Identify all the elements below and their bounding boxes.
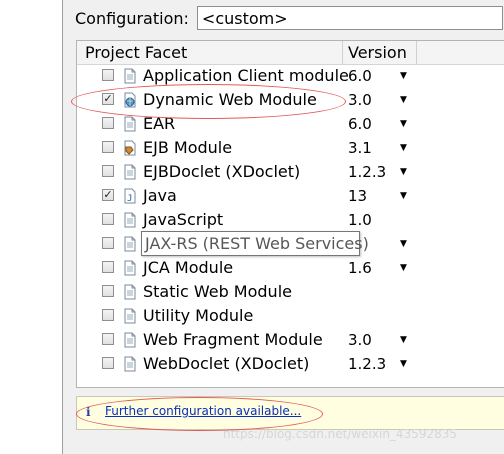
facet-row[interactable]: ✓ J Java 13 ▼ xyxy=(77,184,504,208)
facet-checkbox[interactable] xyxy=(102,213,114,225)
facet-row[interactable]: Static Web Module xyxy=(77,280,504,304)
facet-row[interactable]: WebDoclet (XDoclet) 1.2.3 ▼ xyxy=(77,352,504,376)
chevron-down-icon[interactable]: ▼ xyxy=(400,328,407,352)
left-gutter xyxy=(0,0,62,454)
facet-checkbox[interactable] xyxy=(102,357,114,369)
chevron-down-icon[interactable]: ▼ xyxy=(400,88,407,112)
facet-checkbox[interactable] xyxy=(102,333,114,345)
facet-row[interactable]: JCA Module 1.6 ▼ xyxy=(77,256,504,280)
facet-checkbox[interactable] xyxy=(102,309,114,321)
facet-name: WebDoclet (XDoclet) xyxy=(143,354,310,373)
facet-version[interactable]: 13 xyxy=(348,184,367,208)
ejb-module-icon xyxy=(123,140,137,156)
watermark: https://blog.csdn.net/weixin_43592835 xyxy=(223,427,458,441)
facet-version[interactable]: 3.1 xyxy=(348,136,372,160)
facet-name: EJB Module xyxy=(143,138,233,157)
facet-row[interactable]: Application Client module 6.0 ▼ xyxy=(77,64,504,88)
facet-checkbox[interactable] xyxy=(102,165,114,177)
facet-name: Web Fragment Module xyxy=(143,330,323,349)
svg-text:J: J xyxy=(127,194,132,204)
facet-version[interactable]: 6.0 xyxy=(348,64,372,88)
facet-file-icon xyxy=(123,212,137,228)
facet-file-icon xyxy=(123,164,137,180)
annotation-ellipse-further-config xyxy=(76,397,323,431)
configuration-label: Configuration: xyxy=(75,8,189,28)
chevron-down-icon[interactable]: ▼ xyxy=(400,160,407,184)
facet-version[interactable]: 3.0 xyxy=(348,88,372,112)
table-header: Project Facet Version xyxy=(77,41,504,65)
facet-row[interactable]: EJBDoclet (XDoclet) 1.2.3 ▼ xyxy=(77,160,504,184)
tooltip-text: JAX-RS (REST Web Services) xyxy=(145,234,369,253)
facet-name: Static Web Module xyxy=(143,282,292,301)
facet-file-icon xyxy=(123,308,137,324)
facet-name: JCA Module xyxy=(143,258,234,277)
facet-file-icon xyxy=(123,68,137,84)
configuration-select[interactable]: <custom> xyxy=(196,6,503,30)
configuration-row: Configuration: <custom> xyxy=(75,4,503,32)
chevron-down-icon[interactable]: ▼ xyxy=(400,64,407,88)
java-icon: J xyxy=(123,188,137,204)
column-header-facet[interactable]: Project Facet xyxy=(85,41,187,64)
column-separator[interactable] xyxy=(342,41,343,64)
facet-version[interactable]: 1.0 xyxy=(348,208,372,232)
chevron-down-icon[interactable]: ▼ xyxy=(400,232,407,256)
tooltip: JAX-RS (REST Web Services) xyxy=(141,231,369,256)
facet-checkbox[interactable] xyxy=(102,141,114,153)
facet-file-icon xyxy=(123,260,137,276)
facet-row[interactable]: Utility Module xyxy=(77,304,504,328)
annotation-ellipse-dynamic-web xyxy=(71,84,346,119)
chevron-down-icon[interactable]: ▼ xyxy=(400,256,407,280)
facet-name: Java xyxy=(143,186,177,205)
facet-file-icon xyxy=(123,236,137,252)
facet-checkbox[interactable] xyxy=(102,285,114,297)
facet-checkbox[interactable]: ✓ xyxy=(102,189,114,201)
facet-version[interactable]: 1.2.3 xyxy=(348,160,386,184)
facet-row[interactable]: Web Fragment Module 3.0 ▼ xyxy=(77,328,504,352)
facet-name: EJBDoclet (XDoclet) xyxy=(143,162,301,181)
facet-checkbox[interactable] xyxy=(102,117,114,129)
facet-row[interactable]: EJB Module 3.1 ▼ xyxy=(77,136,504,160)
facet-version[interactable]: 1.2.3 xyxy=(348,352,386,376)
facet-file-icon xyxy=(123,332,137,348)
chevron-down-icon[interactable]: ▼ xyxy=(400,184,407,208)
facet-checkbox[interactable] xyxy=(102,261,114,273)
facet-file-icon xyxy=(123,284,137,300)
chevron-down-icon[interactable]: ▼ xyxy=(400,352,407,376)
facet-checkbox[interactable] xyxy=(102,69,114,81)
column-separator[interactable] xyxy=(416,41,417,64)
facet-version[interactable]: 6.0 xyxy=(348,112,372,136)
chevron-down-icon[interactable]: ▼ xyxy=(400,136,407,160)
facet-row[interactable]: JavaScript 1.0 xyxy=(77,208,504,232)
facet-version[interactable]: 1.6 xyxy=(348,256,372,280)
facet-file-icon xyxy=(123,116,137,132)
facet-version[interactable]: 3.0 xyxy=(348,328,372,352)
column-header-version[interactable]: Version xyxy=(348,41,407,64)
chevron-down-icon[interactable]: ▼ xyxy=(400,112,407,136)
facet-file-icon xyxy=(123,356,137,372)
facet-checkbox[interactable] xyxy=(102,237,114,249)
facet-name: JavaScript xyxy=(143,210,224,229)
facet-name: Utility Module xyxy=(143,306,254,325)
